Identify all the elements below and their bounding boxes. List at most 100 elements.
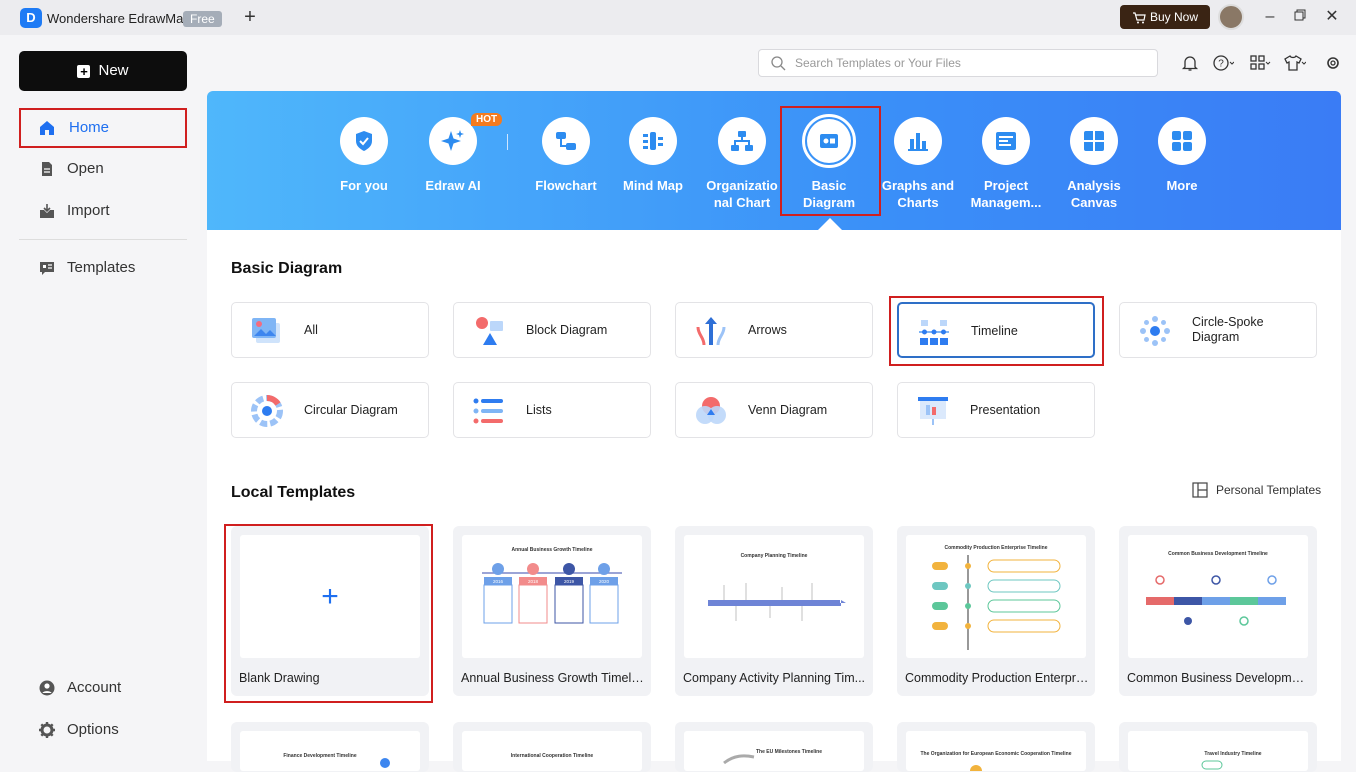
personal-templates-icon [1192,482,1208,498]
category-edraw-ai[interactable]: Edraw AI [408,114,498,194]
template-card-label: Company Activity Planning Tim... [683,671,866,685]
category-analysis-canvas[interactable]: Analysis Canvas [1049,114,1139,211]
close-icon[interactable]: ✕ [1322,7,1342,27]
search-placeholder: Search Templates or Your Files [795,56,961,70]
template-thumbnail: Company Planning Timeline [684,535,864,658]
sidebar-item-account[interactable]: Account [19,668,187,708]
help-icon[interactable]: ? [1212,54,1234,72]
diagram-type-all[interactable]: All [231,302,429,358]
diagram-type-label: Timeline [971,323,1018,338]
section-title-local-templates: Local Templates [231,484,356,501]
org-chart-icon [718,117,766,165]
category-label: Graphs and Charts [881,178,955,210]
category-label: Flowchart [535,178,597,193]
sidebar-item-import[interactable]: Import [19,191,187,231]
template-thumbnail: Finance Development Timeline [240,731,420,771]
category-project-management[interactable]: Project Managem... [961,114,1051,211]
personal-templates-label: Personal Templates [1216,483,1322,497]
category-label: Mind Map [623,178,683,193]
category-for-you[interactable]: For you [319,114,409,194]
minimize-icon[interactable]: – [1260,7,1280,27]
template-card[interactable]: The Organization for European Economic C… [897,722,1095,772]
presentation-icon [918,397,948,425]
sidebar-item-open[interactable]: Open [19,149,187,189]
diagram-type-presentation[interactable]: Presentation [897,382,1095,438]
template-card[interactable]: International Cooperation Timeline [453,722,651,772]
sidebar-item-label: Home [69,119,110,136]
template-card-label: Commodity Production Enterpri... [905,671,1089,685]
new-button[interactable]: + New [19,51,187,91]
category-label: More [1166,178,1198,193]
diagram-type-venn[interactable]: Venn Diagram [675,382,873,438]
plus-icon: + [321,580,339,613]
thumb-year: 2018 [528,579,539,584]
templates-icon [40,262,54,275]
more-grid-icon [1158,117,1206,165]
sidebar-item-templates[interactable]: Templates [19,248,187,288]
category-graphs-and-charts[interactable]: Graphs and Charts [873,114,963,211]
sidebar-item-label: Import [67,202,110,219]
template-card[interactable]: Finance Development Timeline [231,722,429,772]
sidebar-item-home[interactable]: Home [19,108,187,148]
user-avatar[interactable] [1218,4,1244,30]
title-bar: D Wondershare EdrawMax Free + Buy Now – … [0,0,1356,35]
diagram-type-timeline[interactable]: Timeline [897,302,1095,358]
maximize-icon[interactable] [1290,7,1310,27]
sidebar-item-options[interactable]: Options [19,710,187,750]
category-organizational-chart[interactable]: Organizatio nal Chart [697,114,787,211]
template-card[interactable]: Travel Industry Timeline [1119,722,1317,772]
search-icon [771,56,786,71]
search-input[interactable]: Search Templates or Your Files [758,49,1158,77]
cart-icon [1132,12,1146,24]
sidebar-item-label: Templates [67,259,136,276]
shirt-icon[interactable] [1284,54,1306,72]
banner-separator [507,134,508,150]
circular-diagram-icon [251,395,283,427]
template-card[interactable]: Company Planning Timeline Company Activi… [675,526,873,696]
diagram-type-label: Circle-Spoke Diagram [1192,315,1264,344]
bar-chart-icon [894,117,942,165]
diagram-type-lists[interactable]: Lists [453,382,651,438]
diagram-type-block-diagram[interactable]: Block Diagram [453,302,651,358]
buy-now-button[interactable]: Buy Now [1120,5,1210,29]
circle-spoke-icon [1140,316,1170,346]
bell-icon[interactable] [1180,54,1202,72]
sparkle-icon [429,117,477,165]
thumb-title: Annual Business Growth Timeline [511,547,592,553]
template-card-blank-drawing[interactable]: + Blank Drawing [231,526,429,696]
diagram-type-arrows[interactable]: Arrows [675,302,873,358]
project-icon [982,117,1030,165]
new-tab-plus-icon[interactable]: + [240,6,260,29]
template-card[interactable]: Commodity Production Enterprise Timeline… [897,526,1095,696]
thumb-title: Travel Industry Timeline [1204,751,1261,757]
template-thumbnail: Annual Business Growth Timeline 2016 201… [462,535,642,658]
timeline-icon [919,320,949,345]
template-card[interactable]: Common Business Development Timeline Com… [1119,526,1317,696]
template-thumbnail: + [240,535,420,658]
sidebar-divider [19,239,187,240]
settings-gear-icon[interactable] [1322,54,1344,72]
template-card[interactable]: The EU Milestones Timeline [675,722,873,772]
category-flowchart[interactable]: Flowchart [521,114,611,194]
diagram-type-circular[interactable]: Circular Diagram [231,382,429,438]
new-button-label: New [98,62,129,79]
gear-icon [39,722,55,738]
category-label: Edraw AI [425,178,481,193]
template-card-label: Blank Drawing [239,671,320,685]
template-card-label: Common Business Developmen... [1127,671,1311,685]
arrows-icon [696,317,726,346]
thumb-title: Common Business Development Timeline [1168,551,1268,557]
sidebar-item-label: Account [67,679,122,696]
template-thumbnail: The EU Milestones Timeline [684,731,864,771]
thumb-year: 2020 [599,579,610,584]
category-more[interactable]: More [1137,114,1227,194]
file-icon [42,162,52,176]
diagram-type-label: Venn Diagram [748,402,828,417]
apps-icon[interactable] [1249,54,1271,72]
diagram-type-circle-spoke[interactable]: Circle-Spoke Diagram [1119,302,1317,358]
template-card[interactable]: Annual Business Growth Timeline 2016 201… [453,526,651,696]
category-mind-map[interactable]: Mind Map [608,114,698,194]
image-stack-icon [252,318,280,343]
thumb-title: The EU Milestones Timeline [756,749,822,755]
personal-templates-link[interactable]: Personal Templates [1192,482,1322,498]
